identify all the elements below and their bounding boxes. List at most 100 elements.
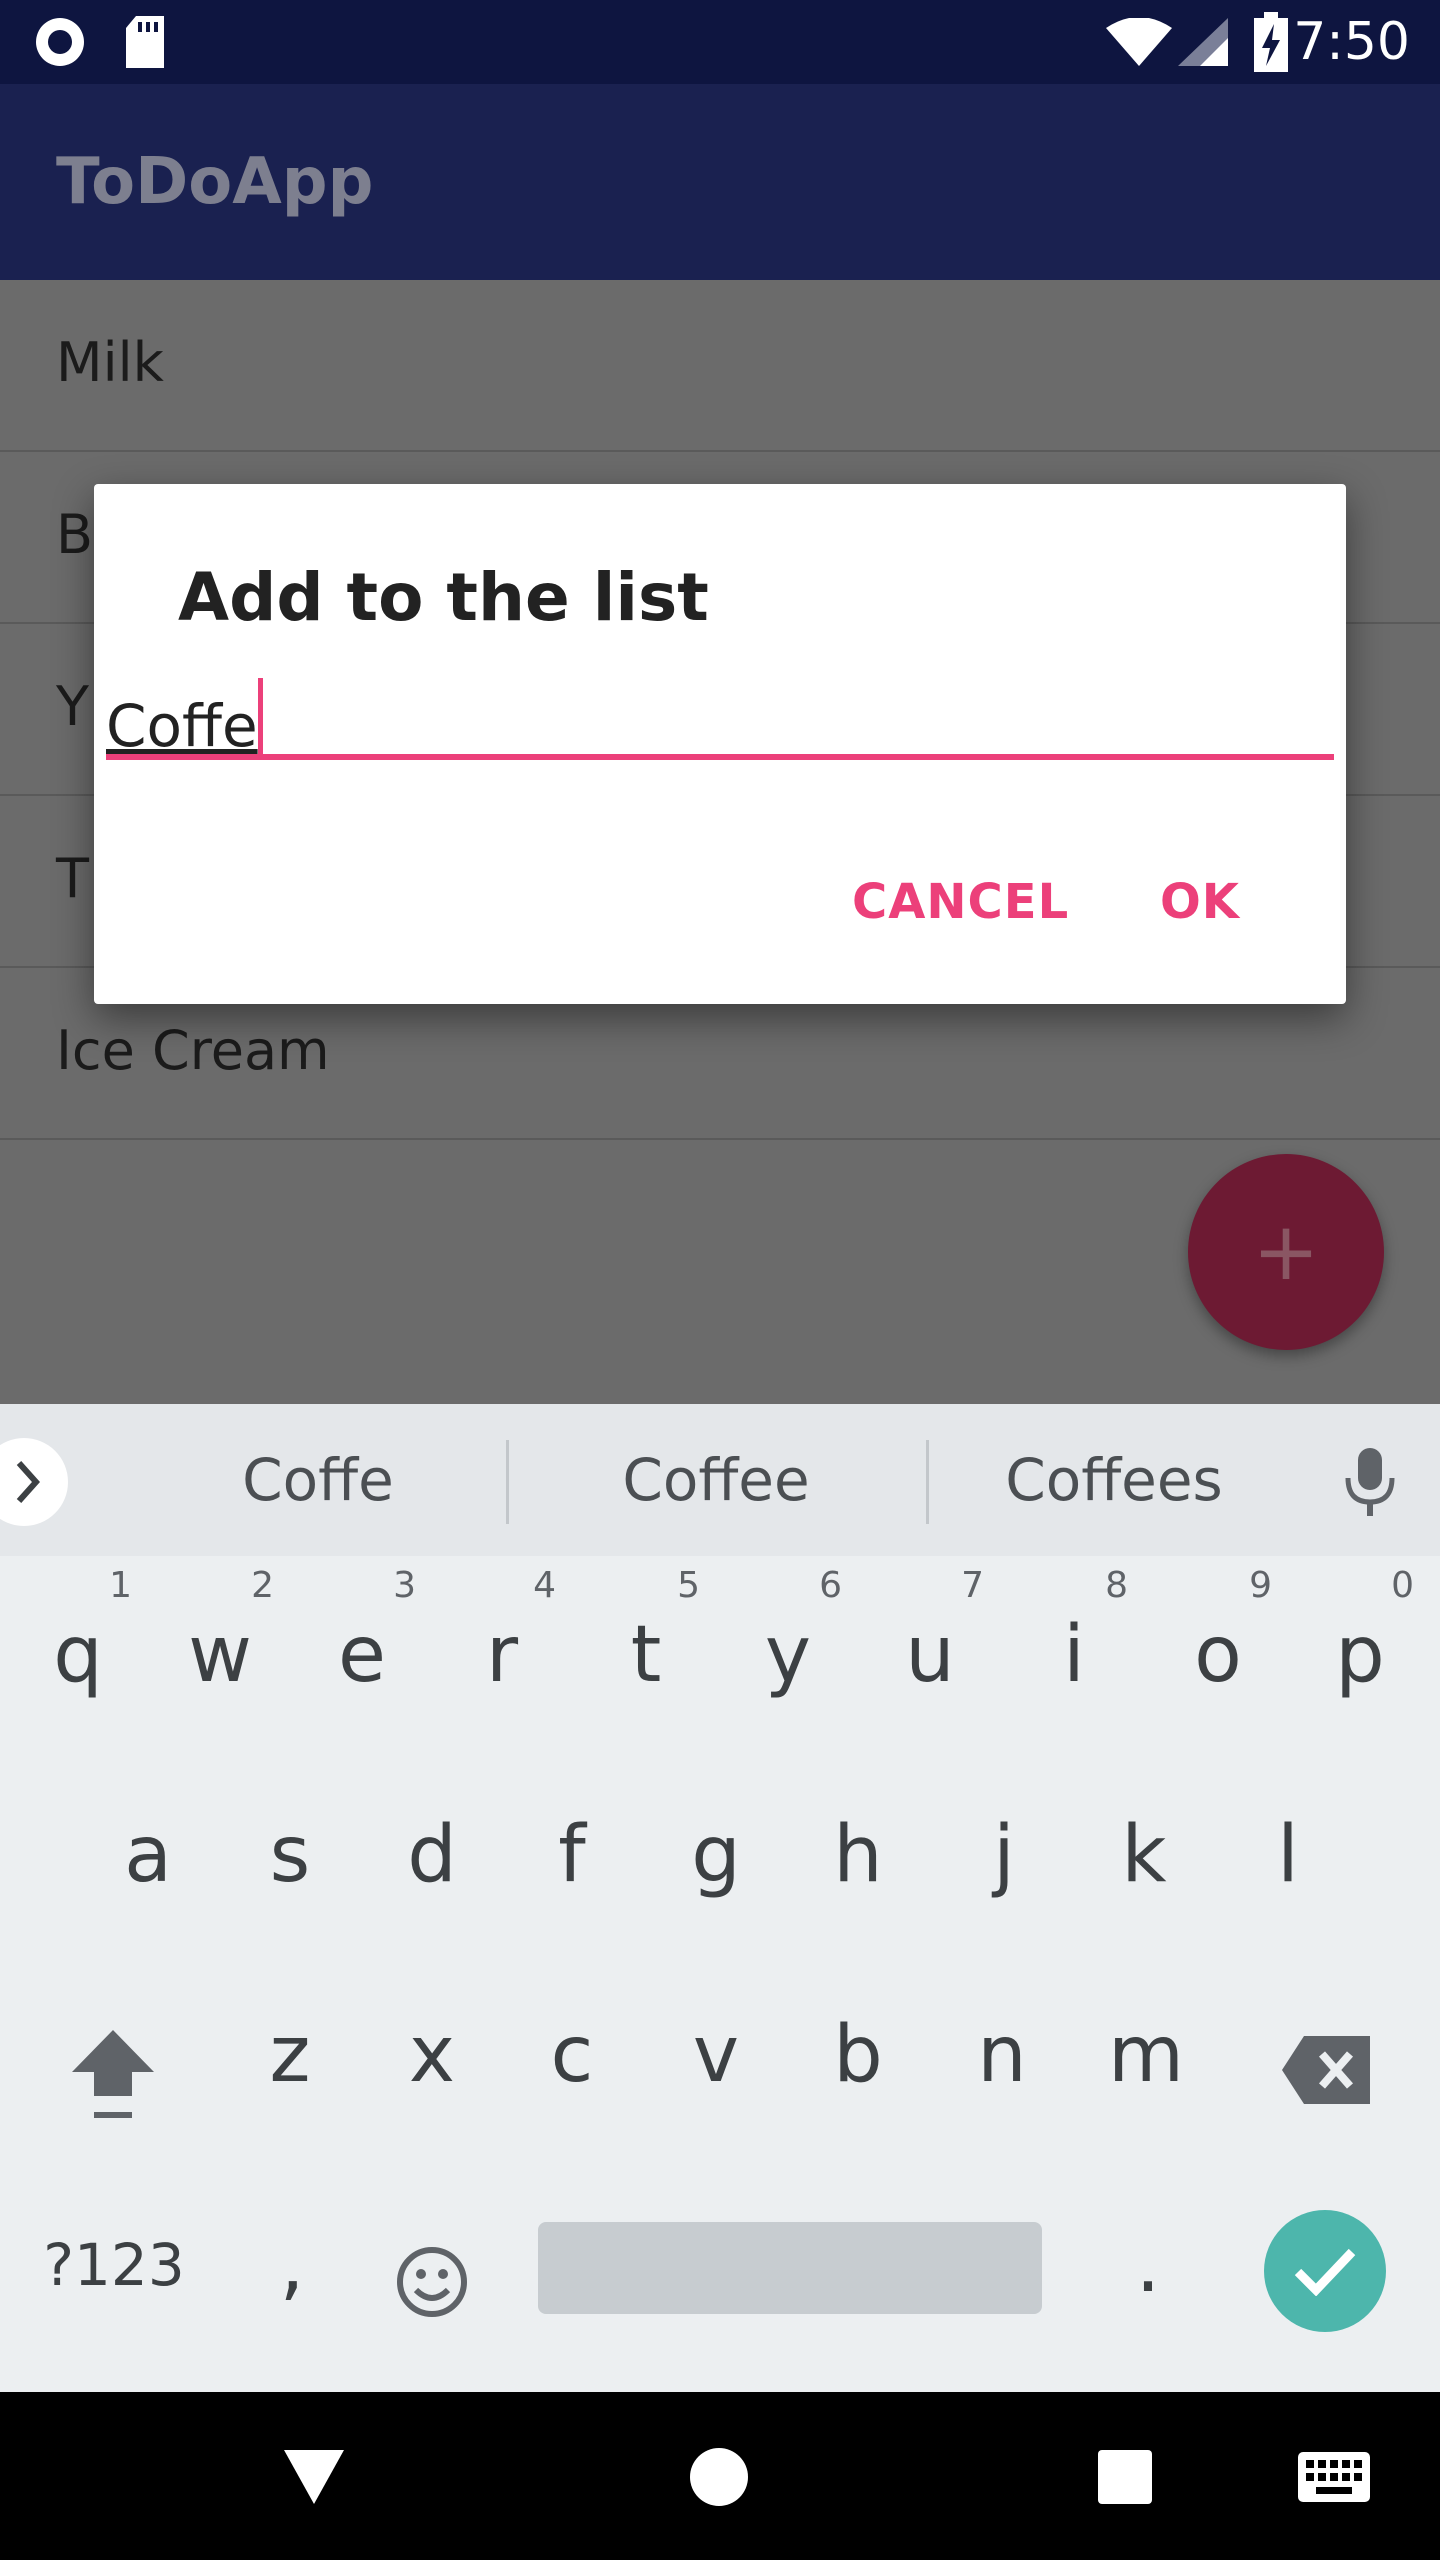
key-h[interactable]: h: [798, 1756, 918, 1956]
key-p[interactable]: 0p: [1300, 1556, 1420, 1756]
key-i[interactable]: 8i: [1014, 1556, 1134, 1756]
app-bar: ToDoApp: [0, 84, 1440, 280]
key-hint: 0: [1391, 1565, 1414, 1606]
key-c[interactable]: c: [512, 1956, 632, 2156]
key-q[interactable]: 1q: [18, 1556, 138, 1756]
key-l[interactable]: l: [1228, 1756, 1348, 1956]
key-d[interactable]: d: [372, 1756, 492, 1956]
add-item-fab[interactable]: +: [1188, 1154, 1384, 1350]
key-hint: 1: [109, 1565, 132, 1606]
key-label: e: [338, 1610, 386, 1700]
key-label: x: [408, 2010, 456, 2100]
enter-key[interactable]: [1264, 2210, 1386, 2332]
text-cursor: [257, 678, 263, 760]
key-label: m: [1108, 2010, 1184, 2100]
key-label: b: [833, 2010, 883, 2100]
key-r[interactable]: 4r: [442, 1556, 562, 1756]
signal-icon: [1178, 18, 1228, 70]
key-x[interactable]: x: [372, 1956, 492, 2156]
key-s[interactable]: s: [230, 1756, 350, 1956]
key-w[interactable]: 2w: [160, 1556, 280, 1756]
key-b[interactable]: b: [798, 1956, 918, 2156]
key-label: l: [1277, 1810, 1299, 1900]
comma-key[interactable]: ,: [232, 2166, 352, 2366]
sd-card-icon: [124, 16, 166, 72]
key-label: q: [53, 1610, 103, 1700]
key-j[interactable]: j: [944, 1756, 1064, 1956]
suggestion-3[interactable]: Coffees: [924, 1444, 1304, 1516]
key-label: k: [1121, 1810, 1167, 1900]
key-hint: 6: [819, 1565, 842, 1606]
emoji-icon: [397, 2247, 467, 2317]
backspace-icon: [1282, 2036, 1370, 2104]
cancel-button[interactable]: CANCEL: [852, 870, 1069, 934]
key-o[interactable]: 9o: [1158, 1556, 1278, 1756]
list-item-label: Milk: [56, 331, 164, 394]
home-icon[interactable]: [690, 2448, 748, 2510]
shift-key[interactable]: [54, 1956, 174, 2156]
key-label: o: [1194, 1610, 1242, 1700]
key-hint: 5: [677, 1565, 700, 1606]
key-hint: 8: [1105, 1565, 1128, 1606]
symbols-key[interactable]: ?123: [36, 2166, 192, 2366]
key-m[interactable]: m: [1086, 1956, 1206, 2156]
check-icon: [1294, 2248, 1356, 2296]
key-label: j: [993, 1810, 1015, 1900]
key-hint: 9: [1249, 1565, 1272, 1606]
suggestion-divider: [506, 1440, 509, 1524]
keyboard-icon[interactable]: [1298, 2452, 1370, 2506]
emoji-key[interactable]: [372, 2166, 492, 2366]
key-label: g: [691, 1810, 741, 1900]
key-label: y: [764, 1610, 812, 1700]
list-item-label: B: [56, 503, 94, 566]
key-label: p: [1335, 1610, 1385, 1700]
key-hint: 7: [961, 1565, 984, 1606]
key-label: ,: [279, 2220, 305, 2310]
suggestion-2[interactable]: Coffee: [526, 1444, 906, 1516]
status-time: 7:50: [1293, 12, 1410, 72]
key-t[interactable]: 5t: [586, 1556, 706, 1756]
add-item-dialog: Add to the list Coffe CANCEL OK: [94, 484, 1346, 1004]
list-item-label: T: [56, 847, 89, 910]
period-key[interactable]: .: [1088, 2166, 1208, 2366]
key-label: .: [1135, 2220, 1161, 2310]
key-label: f: [558, 1810, 586, 1900]
key-label: n: [977, 2010, 1027, 2100]
key-f[interactable]: f: [512, 1756, 632, 1956]
key-k[interactable]: k: [1084, 1756, 1204, 1956]
navigation-bar: [0, 2392, 1440, 2560]
key-label: z: [269, 2010, 311, 2100]
battery-charging-icon: [1254, 12, 1288, 76]
key-label: t: [630, 1610, 662, 1700]
key-label: a: [124, 1810, 172, 1900]
keyboard: 1q 2w 3e 4r 5t 6y 7u 8i 9o 0p a s d f g …: [0, 1556, 1440, 2392]
mic-icon[interactable]: [1344, 1448, 1396, 1520]
key-u[interactable]: 7u: [870, 1556, 990, 1756]
key-n[interactable]: n: [942, 1956, 1062, 2156]
suggestion-expand-button[interactable]: [0, 1438, 68, 1526]
ok-button[interactable]: OK: [1160, 870, 1240, 934]
status-bar: 7:50: [0, 0, 1440, 84]
key-label: h: [833, 1810, 883, 1900]
key-a[interactable]: a: [88, 1756, 208, 1956]
item-text-value: Coffe: [106, 692, 258, 760]
key-label: ?123: [43, 2231, 185, 2299]
suggestion-1[interactable]: Coffe: [128, 1444, 508, 1516]
back-icon[interactable]: [284, 2450, 344, 2508]
key-y[interactable]: 6y: [728, 1556, 848, 1756]
backspace-key[interactable]: [1266, 1956, 1386, 2156]
shift-icon: [72, 2030, 154, 2118]
list-item[interactable]: Milk: [0, 280, 1440, 452]
key-e[interactable]: 3e: [302, 1556, 422, 1756]
space-key[interactable]: [538, 2222, 1042, 2314]
key-g[interactable]: g: [656, 1756, 776, 1956]
list-item-label: Ice Cream: [56, 1019, 330, 1082]
key-label: i: [1063, 1610, 1085, 1700]
key-z[interactable]: z: [230, 1956, 350, 2156]
recents-icon[interactable]: [1098, 2450, 1152, 2508]
item-text-field[interactable]: Coffe: [106, 678, 1334, 760]
key-label: c: [550, 2010, 594, 2100]
key-v[interactable]: v: [656, 1956, 776, 2156]
chevron-right-icon: [16, 1460, 40, 1504]
wifi-icon: [1106, 17, 1172, 70]
